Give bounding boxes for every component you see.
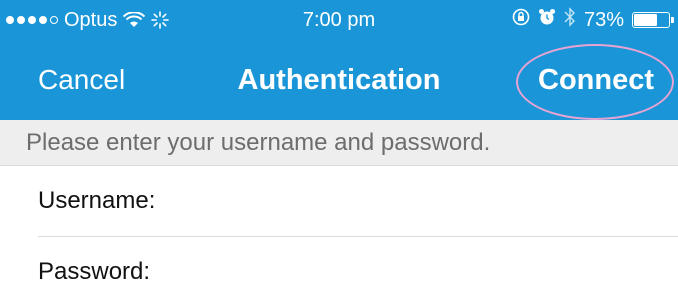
password-label: Password: — [38, 258, 151, 285]
navigation-bar: Cancel Authentication Connect — [0, 40, 678, 120]
orientation-lock-icon — [512, 8, 530, 32]
username-label: Username: — [38, 187, 156, 214]
instruction-text: Please enter your username and password. — [26, 129, 491, 156]
connect-button[interactable]: Connect — [524, 40, 668, 120]
status-right: 73% — [512, 0, 674, 40]
username-row: Username: — [0, 166, 678, 236]
password-input[interactable] — [190, 249, 668, 297]
status-bar: Optus 7:00 pm 73% — [0, 0, 678, 40]
battery-icon — [632, 12, 674, 28]
alarm-icon — [538, 8, 556, 32]
instruction-banner: Please enter your username and password. — [0, 120, 678, 166]
username-input[interactable] — [190, 178, 668, 226]
bluetooth-icon — [564, 7, 576, 33]
password-row: Password: — [0, 237, 678, 307]
battery-percentage: 73% — [583, 8, 624, 31]
